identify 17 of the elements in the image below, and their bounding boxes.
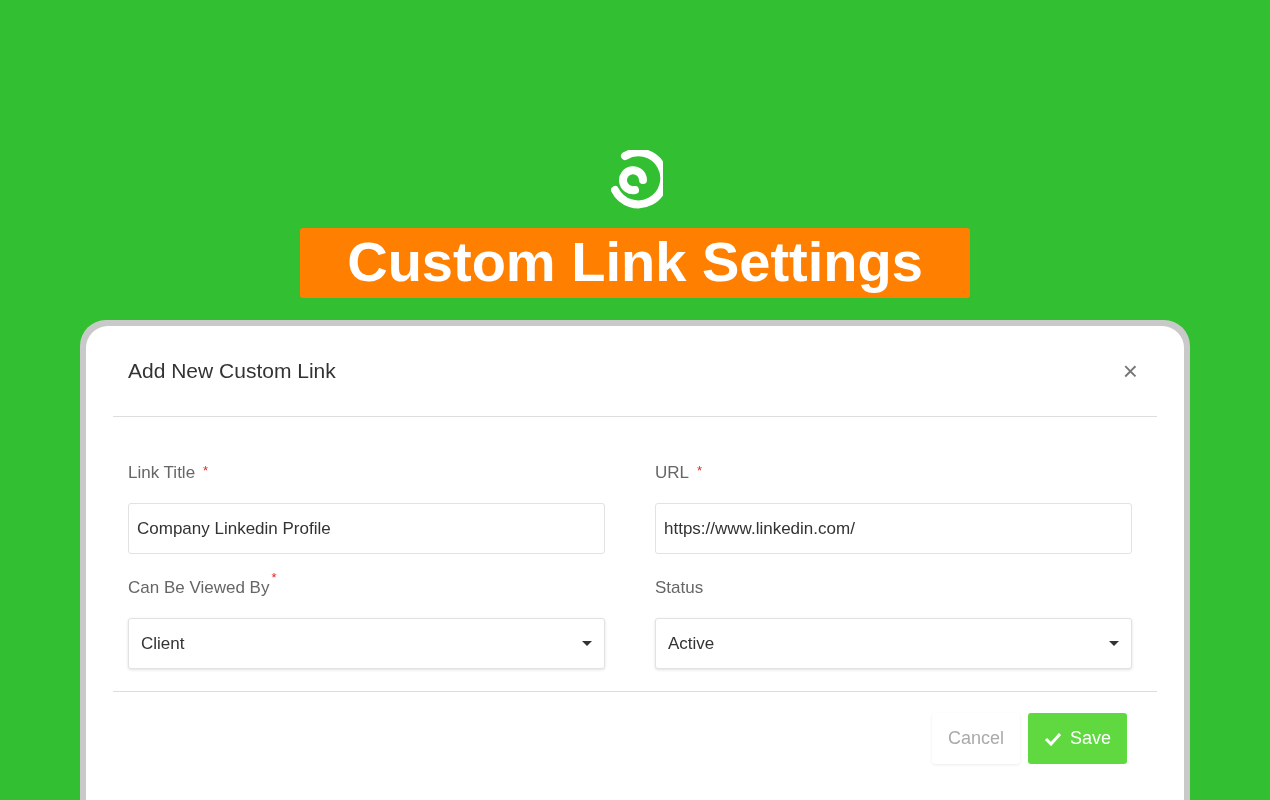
- required-mark: *: [271, 570, 277, 587]
- dialog-title: Add New Custom Link: [128, 359, 336, 383]
- field-label: Can Be Viewed By: [128, 578, 270, 598]
- input-field[interactable]: Company Linkedin Profile: [128, 503, 605, 554]
- field-label: Link Title: [128, 463, 196, 483]
- dropdown[interactable]: Active: [655, 618, 1132, 669]
- page-title: Custom Link Settings: [300, 228, 970, 298]
- close-button[interactable]: ×: [1118, 355, 1142, 387]
- required-mark: *: [203, 463, 209, 480]
- caret-icon: [582, 641, 592, 646]
- field-label: Status: [655, 578, 704, 598]
- required-mark: *: [697, 463, 703, 480]
- input-field[interactable]: https://www.linkedin.com/: [655, 503, 1132, 554]
- check-icon: [1043, 731, 1062, 746]
- dropdown[interactable]: Client: [128, 618, 605, 669]
- caret-icon: [1109, 641, 1119, 646]
- field-label: URL: [655, 463, 689, 483]
